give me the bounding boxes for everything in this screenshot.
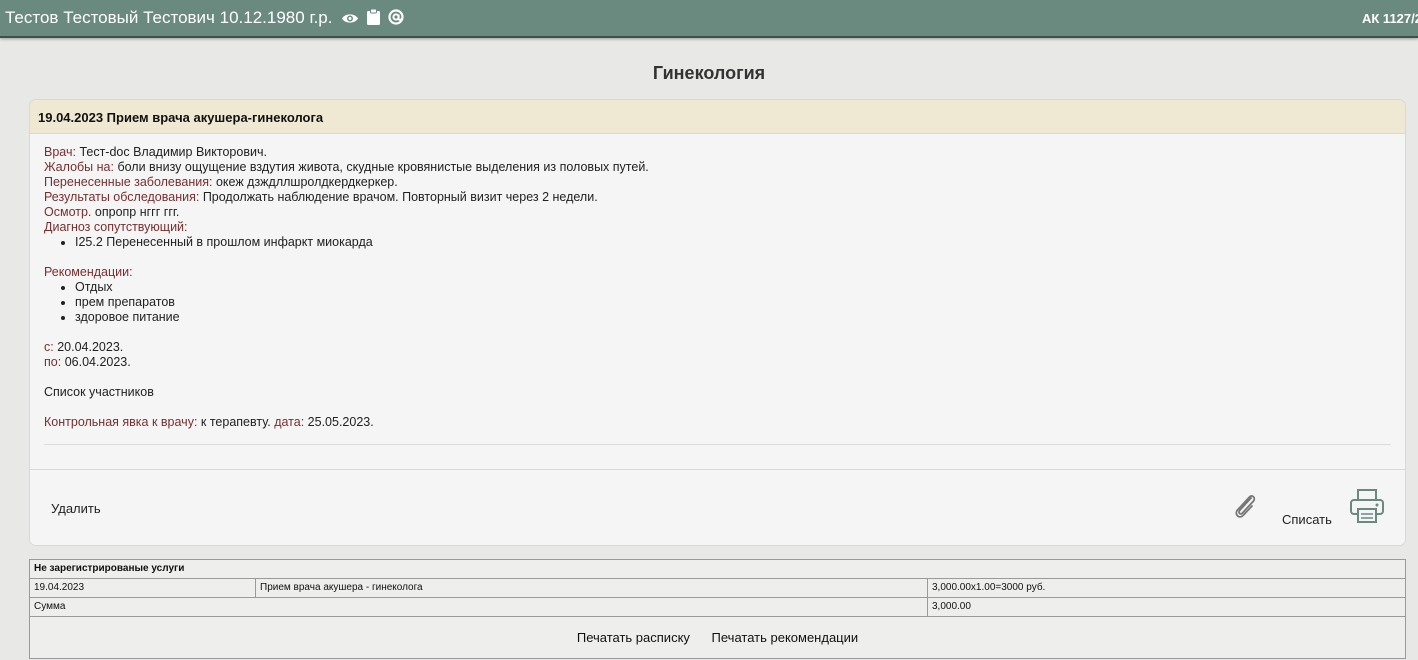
doctor-row: Врач: Тест-doc Владимир Викторович. (44, 145, 1391, 160)
to-row: по: 06.04.2023. (44, 355, 1391, 370)
complaints-row: Жалобы на: боли внизу ощущение вздутия ж… (44, 160, 1391, 175)
service-price: 3,000.00x1.00=3000 руб. (927, 578, 1406, 598)
top-bar: Тестов Тестовый Тестович 10.12.1980 г.р.… (0, 0, 1418, 38)
results-value: Продолжать наблюдение врачом. Повторный … (202, 190, 598, 204)
to-value: 06.04.2023. (64, 355, 131, 369)
past-diseases-value: океж дзждллшролдкердкеркер. (215, 175, 398, 189)
past-diseases-label: Перенесенные заболевания: (44, 175, 213, 189)
results-row: Результаты обследования: Продолжать набл… (44, 190, 1391, 205)
visit-details: Врач: Тест-doc Владимир Викторович. Жало… (44, 145, 1391, 445)
print-receipt-button[interactable]: Печатать расписку (577, 630, 690, 645)
unregistered-services-table: Не зарегистрированые услуги 19.04.2023 П… (29, 559, 1406, 659)
results-label: Результаты обследования: (44, 190, 200, 204)
page-title: Гинекология (652, 63, 766, 83)
table-header-row: Не зарегистрированые услуги (29, 559, 1406, 579)
concomitant-list: I25.2 Перенесенный в прошлом инфаркт мио… (44, 235, 1391, 250)
recommendations-list: Отдых прем препаратов здоровое питание (44, 280, 1391, 325)
control-date-value: 25.05.2023. (307, 415, 374, 429)
table-header: Не зарегистрированые услуги (29, 559, 1406, 579)
print-actions: Печатать расписку Печатать рекомендации (29, 616, 1406, 659)
list-item: Отдых (75, 280, 1391, 295)
from-label: с: (44, 340, 54, 354)
divider (44, 444, 1391, 445)
service-name: Прием врача акушера - гинеколога (255, 578, 928, 598)
concomitant-label: Диагноз сопутствующий: (44, 220, 188, 234)
list-item: прем препаратов (75, 295, 1391, 310)
service-date: 19.04.2023 (29, 578, 256, 598)
card-footer: Удалить Списать (30, 469, 1405, 545)
recommendations-label: Рекомендации: (44, 265, 133, 279)
table-row: 19.04.2023 Прием врача акушера - гинекол… (29, 578, 1406, 598)
at-icon[interactable] (388, 9, 404, 30)
from-value: 20.04.2023. (57, 340, 124, 354)
delete-button[interactable]: Удалить (51, 501, 101, 516)
print-recommendations-button[interactable]: Печатать рекомендации (712, 630, 859, 645)
list-item: здоровое питание (75, 310, 1391, 325)
control-visit-row: Контрольная явка к врачу: к терапевту. д… (44, 415, 1391, 430)
printer-icon[interactable] (1349, 488, 1385, 524)
visit-card-header: 19.04.2023 Прием врача акушера-гинеколог… (30, 100, 1405, 134)
complaints-value: боли внизу ощущение вздутия живота, скуд… (117, 160, 649, 174)
from-row: с: 20.04.2023. (44, 340, 1391, 355)
list-item: I25.2 Перенесенный в прошлом инфаркт мио… (75, 235, 1391, 250)
patient-info: Тестов Тестовый Тестович 10.12.1980 г.р. (5, 8, 407, 30)
visit-card: 19.04.2023 Прием врача акушера-гинеколог… (29, 99, 1406, 546)
write-off-button[interactable]: Списать (1282, 512, 1332, 527)
paperclip-icon[interactable] (1231, 491, 1259, 521)
complaints-label: Жалобы на: (44, 160, 114, 174)
control-visit-label: Контрольная явка к врачу: (44, 415, 198, 429)
exam-value: опропр нггг ггг. (94, 205, 180, 219)
exam-label: Осмотр. (44, 205, 92, 219)
clipboard-icon[interactable] (366, 8, 380, 30)
sum-label: Сумма (29, 597, 928, 617)
sum-row: Сумма 3,000.00 (29, 597, 1406, 617)
sum-value: 3,000.00 (927, 597, 1406, 617)
print-actions-row: Печатать расписку Печатать рекомендации (29, 616, 1406, 659)
eye-icon[interactable] (341, 10, 359, 30)
patient-name: Тестов Тестовый Тестович 10.12.1980 г.р. (5, 8, 333, 27)
doctor-label: Врач: (44, 145, 76, 159)
card-number: АК 1127/2 (1362, 11, 1418, 26)
to-label: по: (44, 355, 62, 369)
participants-list-title: Список участников (44, 385, 154, 399)
control-date-label: дата: (274, 415, 305, 429)
doctor-value: Тест-doc Владимир Викторович. (79, 145, 267, 159)
past-diseases-row: Перенесенные заболевания: океж дзждллшро… (44, 175, 1391, 190)
control-visit-to: к терапевту. (200, 415, 271, 429)
exam-row: Осмотр. опропр нггг ггг. (44, 205, 1391, 220)
